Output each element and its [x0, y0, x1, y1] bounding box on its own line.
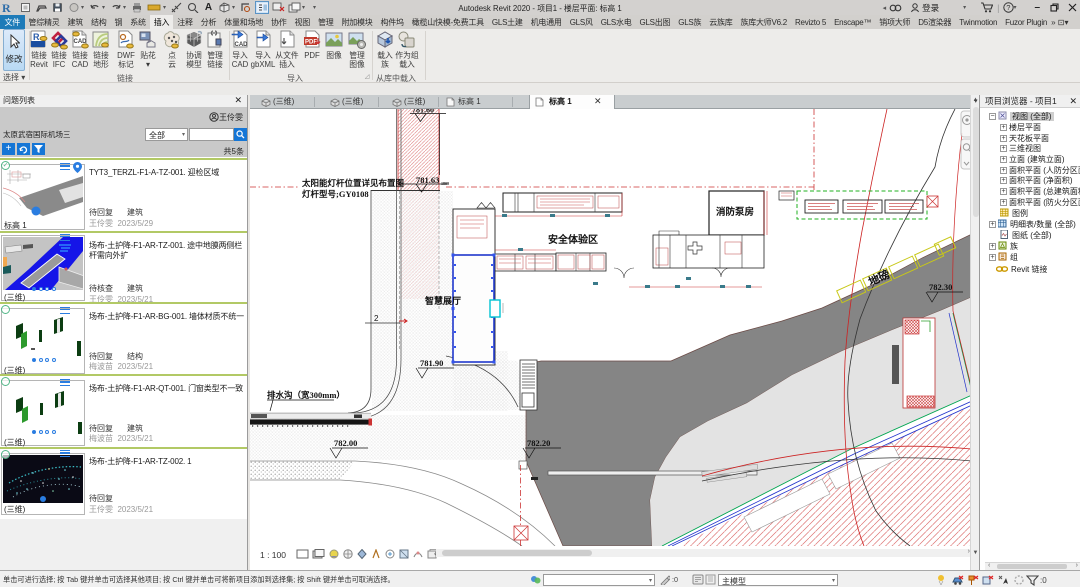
- svg-text:智慧展厅: 智慧展厅: [425, 295, 461, 306]
- svg-text:1800: 1800: [441, 181, 449, 186]
- svg-text:排水沟（宽300mm）: 排水沟（宽300mm）: [267, 390, 345, 400]
- svg-text:R: R: [2, 2, 11, 14]
- svg-text:782.20: 782.20: [527, 438, 550, 448]
- svg-text:782.30: 782.30: [929, 282, 952, 292]
- svg-text:R: R: [33, 32, 40, 42]
- svg-text:782.00: 782.00: [334, 438, 357, 448]
- svg-text:灯杆型号;GY0108: 灯杆型号;GY0108: [302, 189, 369, 199]
- svg-text:消防泵房: 消防泵房: [716, 206, 754, 218]
- svg-text:安全体验区: 安全体验区: [548, 233, 598, 246]
- svg-text:太阳能灯杆位置详见布置图: 太阳能灯杆位置详见布置图: [301, 178, 404, 188]
- svg-text:2: 2: [374, 314, 379, 323]
- svg-text:781.63: 781.63: [416, 175, 439, 185]
- svg-text:CAD: CAD: [235, 42, 249, 48]
- svg-text:PDF: PDF: [305, 40, 317, 46]
- svg-text:781.90: 781.90: [420, 358, 443, 368]
- svg-text:?: ?: [1007, 3, 1011, 12]
